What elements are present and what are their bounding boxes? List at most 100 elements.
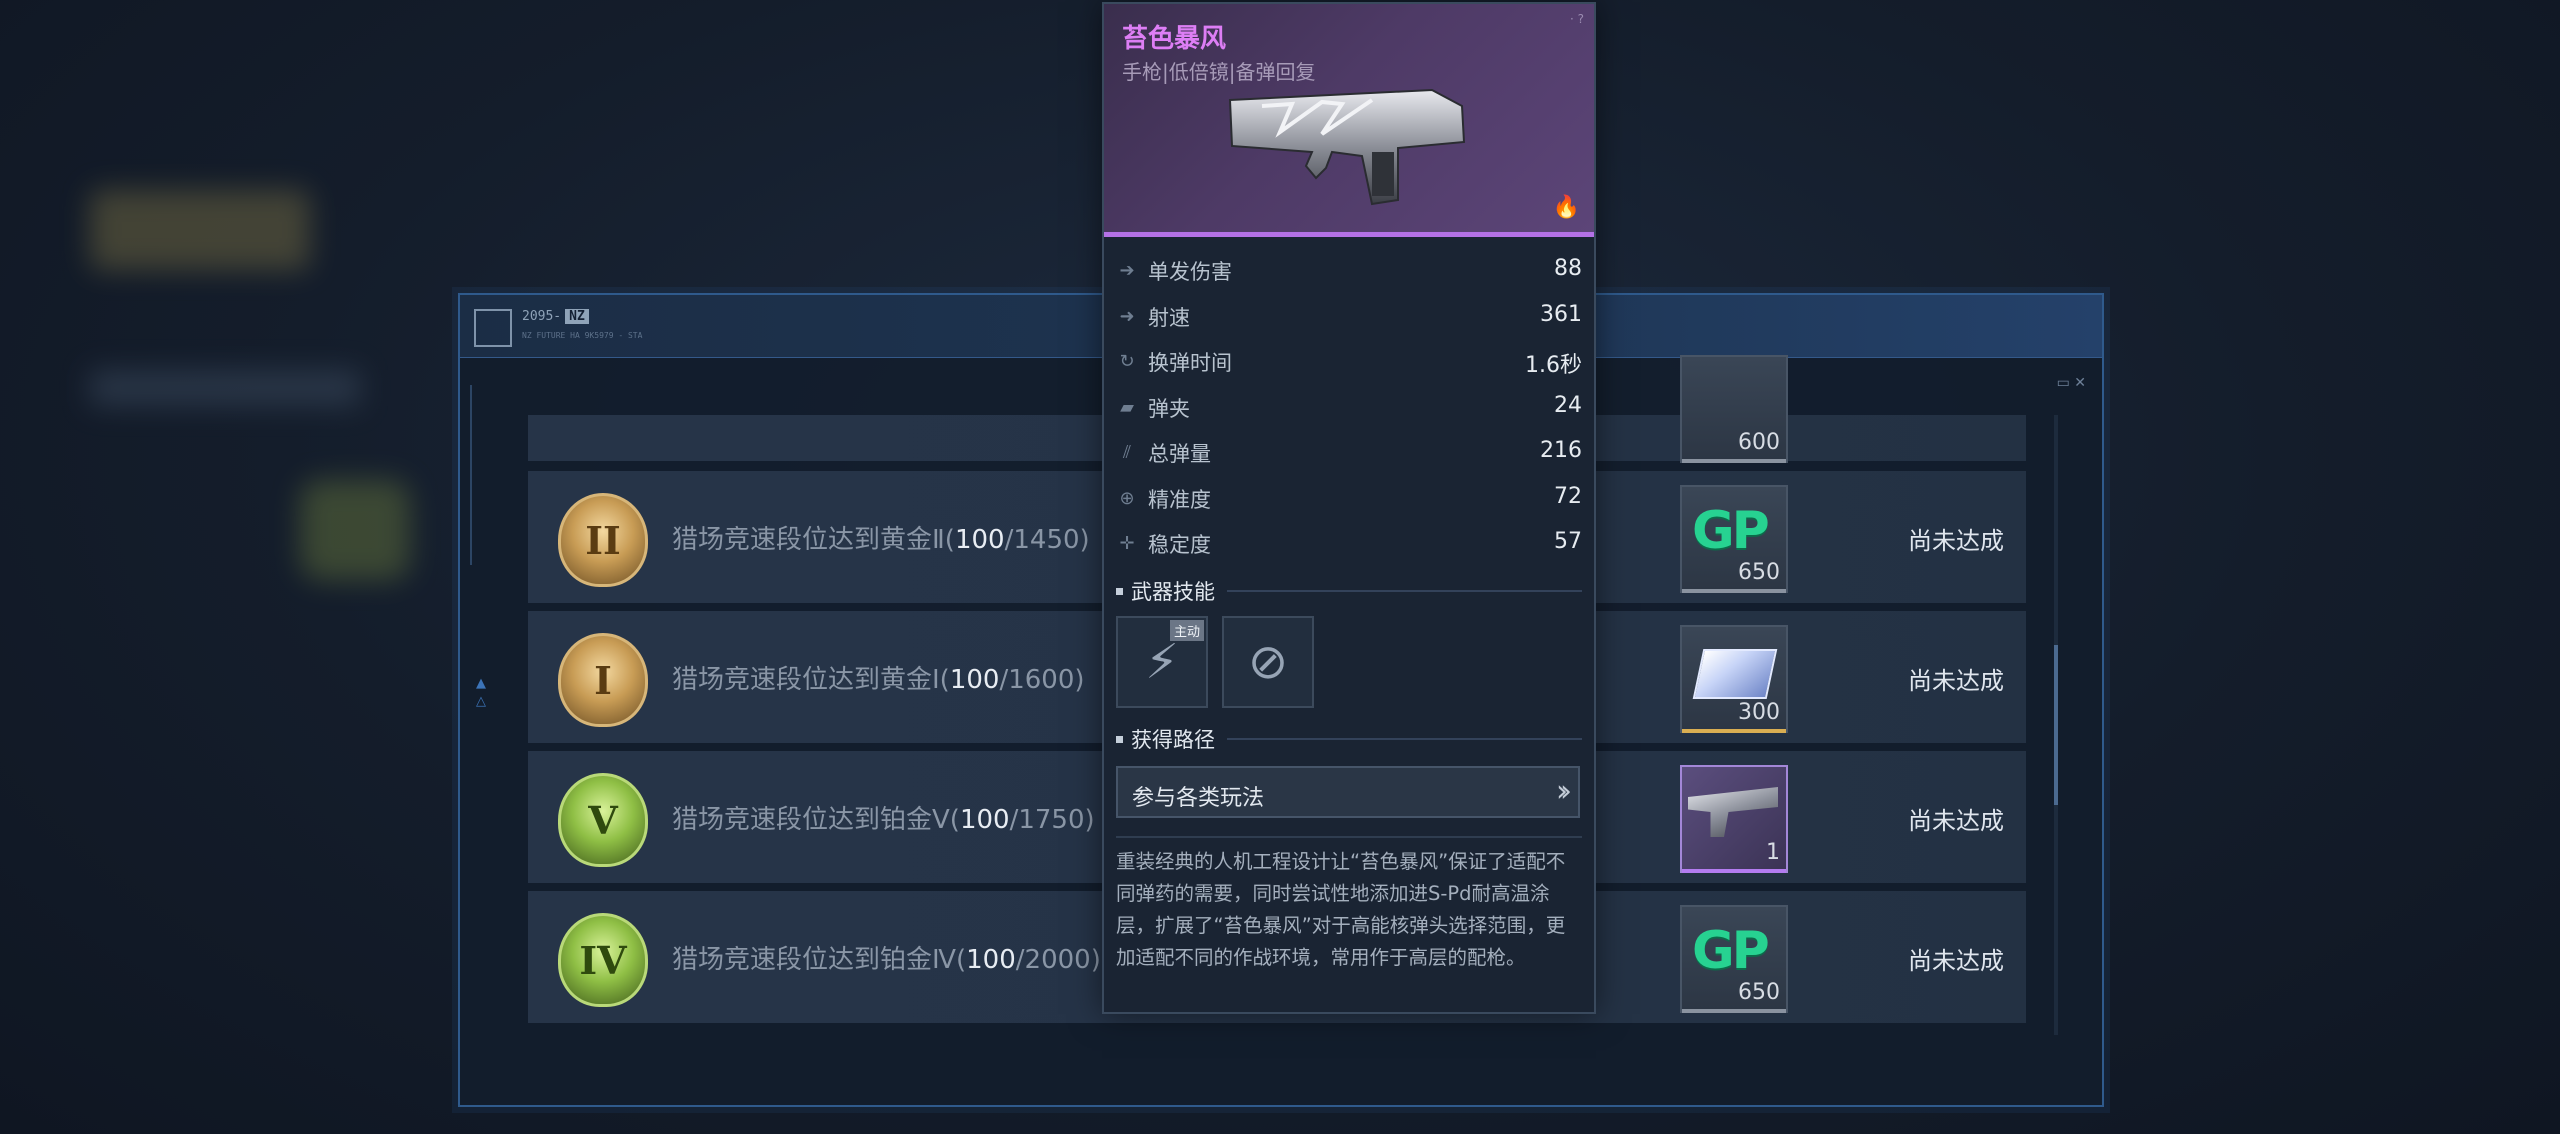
stat-value: 1.6秒 <box>1525 353 1582 378</box>
rarity-bar <box>1682 589 1786 593</box>
target-value: /1600) <box>999 665 1085 695</box>
background-blur-tab <box>90 370 360 406</box>
reward-amount: 650 <box>1738 560 1780 585</box>
row-requirement: 猎场竞速段位达到铂金Ⅳ(100/2000) <box>672 939 1101 976</box>
reward-item[interactable]: GP 650 <box>1680 485 1788 593</box>
weapon-description: 重装经典的人机工程设计让“苔色暴风”保证了适配不同弹药的需要，同时尝试性地添加进… <box>1116 850 1566 969</box>
fire-icon: 🔥 <box>1552 195 1580 220</box>
target-value: /2000) <box>1015 945 1101 975</box>
bullet-icon <box>1116 735 1123 743</box>
reward-amount: 300 <box>1738 700 1780 725</box>
divider <box>1227 590 1582 592</box>
weapon-stats: ➔ 单发伤害 88 ➜ 射速 361 ↻ 换弹时间 1.6秒 ▰ 弹夹 24 ⫽ 总弹量 216 ⊕… <box>1116 250 1582 569</box>
scrollbar-thumb[interactable] <box>2054 645 2058 805</box>
pistol-icon <box>1688 787 1778 837</box>
skills-section-title: 武器技能 <box>1116 576 1582 606</box>
stat-value: 24 <box>1554 392 1582 418</box>
row-requirement: 猎场竞速段位达到黄金Ⅱ(100/1450) <box>672 519 1090 556</box>
weapon-name: 苔色暴风 <box>1122 24 1227 54</box>
reward-item[interactable]: 300 <box>1680 625 1788 733</box>
stat-name: 稳定度 <box>1148 533 1211 557</box>
reward-amount: 600 <box>1738 430 1780 455</box>
skill-active-icon[interactable]: ⚡ 主动 <box>1116 616 1208 708</box>
rarity-bar <box>1682 869 1786 873</box>
stat-value: 216 <box>1540 438 1582 463</box>
rarity-bar <box>1682 459 1786 463</box>
stat-row: ➔ 单发伤害 88 <box>1116 250 1582 296</box>
stat-row: ⊕ 精准度 72 <box>1116 478 1582 524</box>
target-value: /1450) <box>1004 525 1090 555</box>
requirement-text: 猎场竞速段位达到铂金Ⅳ( <box>672 945 967 975</box>
info-icon: · ? <box>1570 12 1584 26</box>
active-tag: 主动 <box>1169 620 1204 641</box>
requirement-text: 猎场竞速段位达到铂金Ⅴ( <box>672 805 960 835</box>
reward-item[interactable]: 600 <box>1680 355 1788 463</box>
stat-row: ↻ 换弹时间 1.6秒 <box>1116 341 1582 387</box>
row-requirement: 猎场竞速段位达到铂金Ⅴ(100/1750) <box>672 799 1095 836</box>
obtain-path-label: 参与各类玩法 <box>1132 786 1265 811</box>
stat-value: 88 <box>1554 256 1582 281</box>
background-blur-icon <box>300 480 410 580</box>
gp-currency-icon: GP <box>1692 921 1770 981</box>
status-text: 尚未达成 <box>1908 947 2004 975</box>
side-rail <box>470 385 480 565</box>
target-value: /1750) <box>1009 805 1095 835</box>
damage-icon: ➔ <box>1119 260 1135 281</box>
rank-badge-icon: V <box>558 773 648 867</box>
rank-badge-icon: II <box>558 493 648 587</box>
close-icon[interactable]: ▭ ✕ <box>2057 375 2086 391</box>
pistol-icon <box>1228 88 1466 206</box>
progress-value: 100 <box>949 665 1000 695</box>
stat-value: 361 <box>1540 301 1582 327</box>
fire-rate-icon: ➜ <box>1119 305 1135 327</box>
section-title: 获得路径 <box>1131 728 1215 752</box>
stat-row: ✛ 稳定度 57 <box>1116 523 1582 569</box>
badge-numeral: IV <box>579 937 627 983</box>
magazine-icon: ▰ <box>1120 396 1134 418</box>
stat-name: 弹夹 <box>1148 396 1190 421</box>
status-text: 尚未达成 <box>1908 807 2004 835</box>
rank-badge-icon: IV <box>558 913 648 1007</box>
skill-passive-icon[interactable]: ⊘ <box>1222 616 1314 708</box>
row-requirement: 猎场竞速段位达到黄金Ⅰ(100/1600) <box>672 659 1085 696</box>
requirement-text: 猎场竞速段位达到黄金Ⅱ( <box>672 525 955 555</box>
obtain-section-title: 获得路径 <box>1116 724 1582 754</box>
stat-value: 72 <box>1554 483 1582 509</box>
double-chevron-icon: ›› <box>1556 774 1572 809</box>
section-title: 武器技能 <box>1131 580 1215 604</box>
progress-value: 100 <box>954 525 1005 555</box>
progress-value: 100 <box>966 945 1016 975</box>
progress-value: 100 <box>959 805 1010 835</box>
divider <box>1227 738 1582 740</box>
obtain-path-button[interactable]: 参与各类玩法 ›› <box>1116 766 1580 818</box>
stability-icon: ✛ <box>1119 533 1135 554</box>
gp-currency-icon: GP <box>1692 501 1770 561</box>
scroll-arrows-icon[interactable]: ▲ △ <box>476 675 486 711</box>
stat-name: 单发伤害 <box>1148 260 1232 284</box>
stat-value: 57 <box>1554 529 1582 554</box>
reward-item[interactable]: 1 <box>1680 765 1788 873</box>
requirement-text: 猎场竞速段位达到黄金Ⅰ( <box>672 665 950 695</box>
total-ammo-icon: ⫽ <box>1122 442 1132 463</box>
reward-item[interactable]: GP 650 <box>1680 905 1788 1013</box>
bullet-icon <box>1116 587 1123 595</box>
stat-name: 换弹时间 <box>1148 351 1232 375</box>
stat-name: 射速 <box>1148 305 1190 330</box>
divider <box>1116 836 1582 838</box>
scrollbar[interactable] <box>2054 415 2058 1035</box>
background-blur-title <box>90 190 310 270</box>
reload-icon: ↻ <box>1119 351 1135 372</box>
card-item-icon <box>1692 649 1778 699</box>
accuracy-icon: ⊕ <box>1119 487 1135 509</box>
weapon-tags: 手枪|低倍镜|备弹回复 <box>1122 60 1316 84</box>
rarity-bar <box>1682 1009 1786 1013</box>
weapon-tooltip: 苔色暴风 手枪|低倍镜|备弹回复 · ? 🔥 ➔ 单发伤害 88 ➜ 射速 361 ↻ 换… <box>1102 2 1596 1014</box>
reward-amount: 650 <box>1738 980 1780 1005</box>
stat-name: 总弹量 <box>1148 442 1211 466</box>
status-text: 尚未达成 <box>1908 667 2004 695</box>
stat-row: ⫽ 总弹量 216 <box>1116 432 1582 478</box>
stat-row: ▰ 弹夹 24 <box>1116 387 1582 433</box>
rarity-bar <box>1682 729 1786 733</box>
weapon-header: 苔色暴风 手枪|低倍镜|备弹回复 · ? 🔥 <box>1104 4 1594 237</box>
badge-numeral: II <box>585 517 621 563</box>
